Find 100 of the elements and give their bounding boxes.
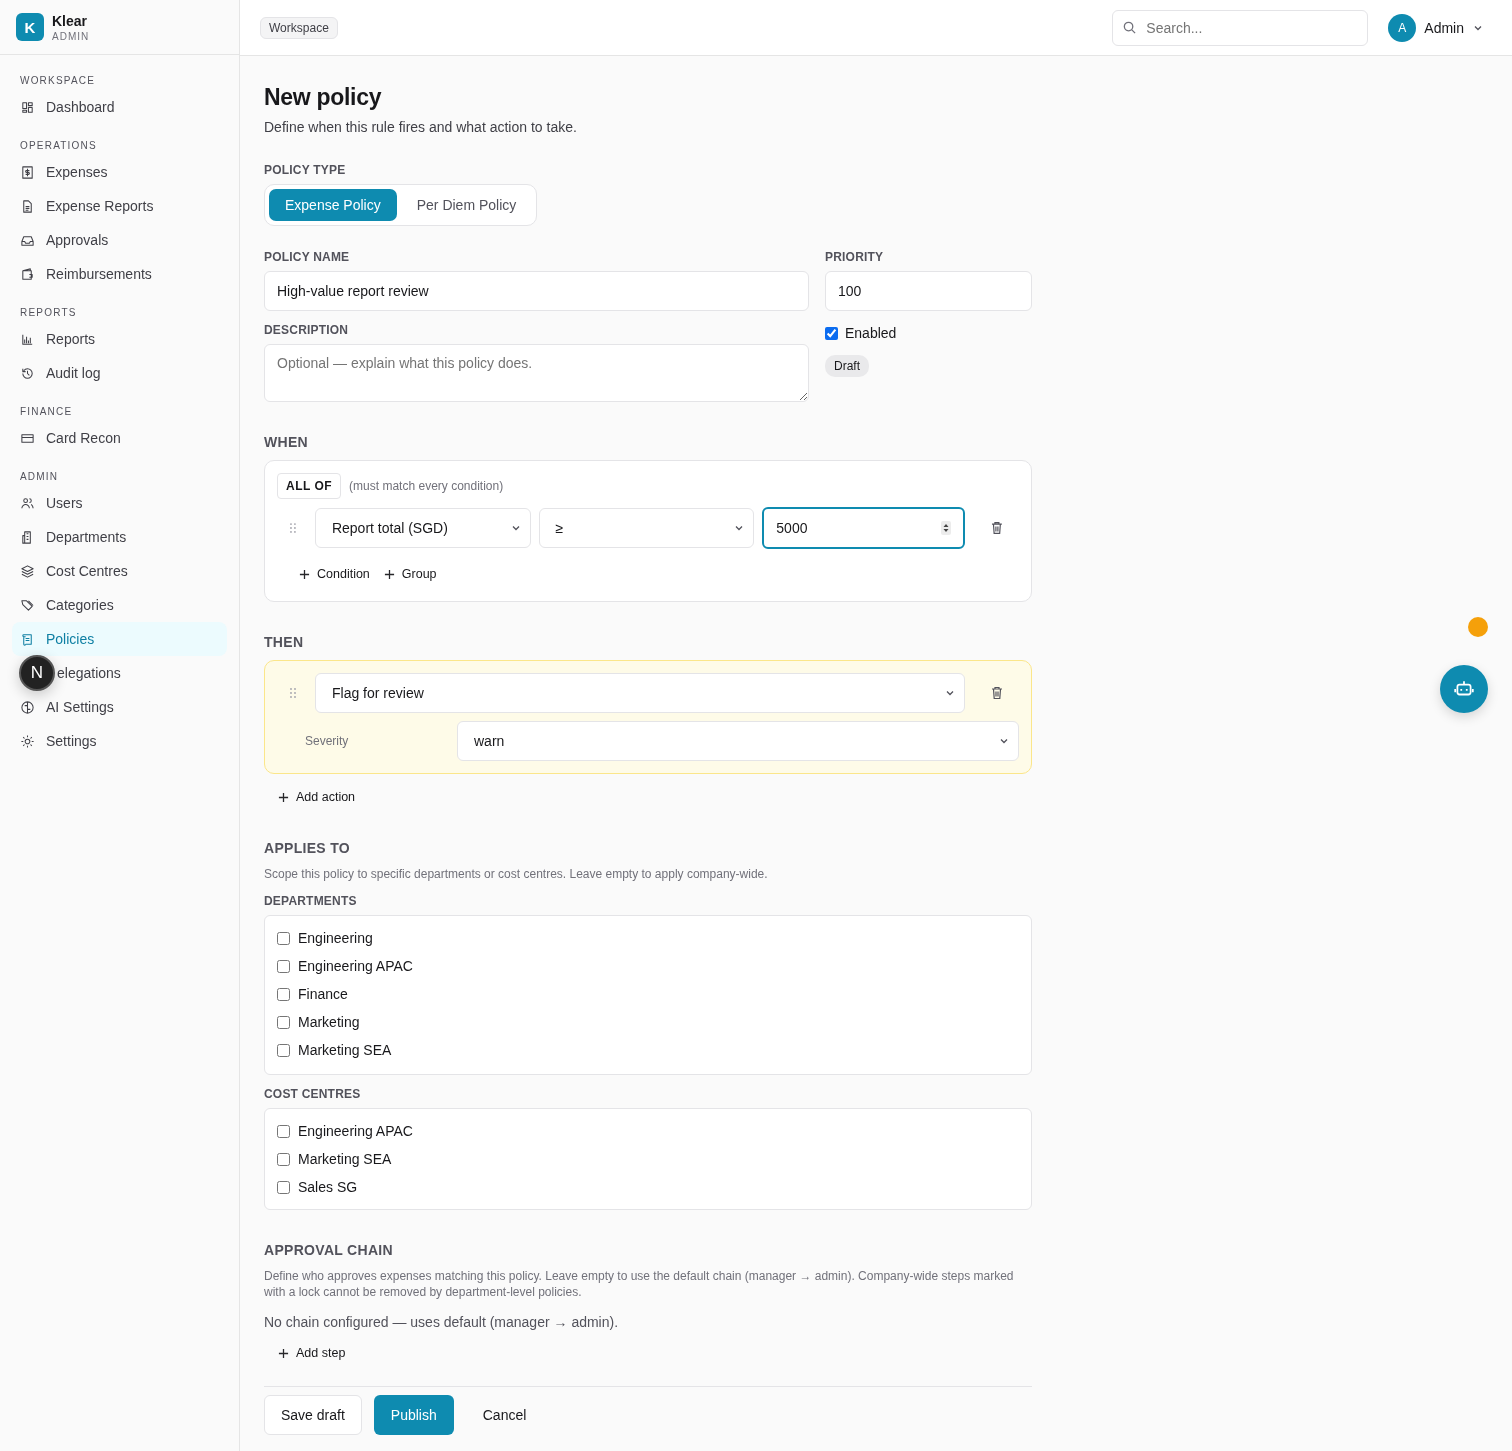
nav-section-heading: REPORTS [19, 306, 78, 320]
footer-button[interactable]: Cancel [465, 1395, 544, 1435]
checkbox-label: Marketing SEA [298, 1042, 392, 1058]
brand-subtitle: ADMIN [52, 30, 90, 42]
nav-icon [20, 699, 35, 715]
nav-item[interactable]: Reports [12, 322, 227, 356]
trash-icon[interactable] [989, 520, 1005, 536]
avatar: A [1388, 13, 1417, 42]
plus-icon [278, 791, 289, 803]
field-label: POLICY TYPE [264, 163, 347, 177]
add-button[interactable]: Group [383, 563, 437, 585]
footer-button[interactable]: Publish [373, 1395, 454, 1435]
checkbox[interactable] [277, 987, 290, 1001]
footer-button[interactable]: Save draft [264, 1395, 362, 1435]
search-icon [1122, 19, 1138, 35]
nav-icon [20, 164, 35, 180]
field-select[interactable]: Report total (SGD) [314, 508, 531, 548]
section-heading: THEN [264, 634, 305, 650]
combinator-hint: (must match every condition) [349, 479, 504, 493]
checkbox-label: Marketing SEA [298, 1151, 392, 1167]
logo: K [16, 13, 44, 41]
field-label: PRIORITY [825, 250, 885, 264]
nav-section-heading: OPERATIONS [19, 139, 98, 153]
checkbox[interactable] [277, 931, 290, 945]
nav-icon [20, 563, 35, 579]
checkbox-label: Engineering APAC [298, 958, 413, 974]
trash-icon[interactable] [989, 685, 1005, 701]
nav-section-heading: WORKSPACE [19, 74, 97, 88]
plus-icon [383, 568, 395, 580]
description-field[interactable]: Optional — explain what this policy does. [264, 344, 809, 402]
nav-icon [20, 99, 35, 115]
page-title: New policy [264, 84, 383, 111]
dev-indicator-button[interactable]: N [19, 655, 55, 691]
field-label: POLICY NAME [264, 250, 351, 264]
nav-item[interactable]: Expenses [12, 155, 227, 189]
combinator-button[interactable]: ALL OF [277, 473, 342, 499]
checkbox-label: Engineering [298, 930, 373, 946]
nav-item[interactable]: Users [12, 486, 227, 520]
nav-item[interactable]: Settings [12, 724, 227, 758]
brand-name: Klear [52, 12, 89, 29]
nav-icon [20, 631, 35, 647]
nav-item[interactable]: Card Recon [12, 421, 227, 455]
drag-handle-icon[interactable] [289, 687, 297, 699]
field-label: DESCRIPTION [264, 323, 350, 337]
action-select[interactable]: Flag for review [315, 673, 965, 713]
status-badge: Draft [825, 355, 869, 377]
checkbox-label: Enabled [845, 325, 897, 341]
checkbox[interactable] [277, 1180, 290, 1194]
nav-item[interactable]: elegations [57, 656, 227, 690]
enabled-checkbox[interactable] [825, 326, 838, 340]
user-menu[interactable]: A Admin [1388, 13, 1492, 42]
nav-section-heading: ADMIN [19, 470, 60, 484]
nav-item[interactable]: Approvals [12, 223, 227, 257]
nav-icon [20, 733, 35, 749]
nav-item[interactable]: Departments [12, 520, 227, 554]
operator-select[interactable]: ≥ [538, 508, 755, 548]
section-heading: WHEN [264, 434, 309, 450]
checkbox-label: Sales SG [298, 1179, 358, 1195]
breadcrumb-chip[interactable]: Workspace [260, 16, 338, 39]
assistant-button[interactable] [1440, 665, 1488, 713]
policy-name-field[interactable]: High-value report review [264, 271, 809, 311]
checkbox[interactable] [277, 1152, 290, 1166]
priority-field[interactable]: 100 [825, 271, 1032, 311]
checkbox[interactable] [277, 959, 290, 973]
stepper-icon[interactable] [941, 521, 952, 535]
checkbox[interactable] [277, 1124, 290, 1138]
policy-type-tab[interactable]: Expense Policy [269, 189, 397, 221]
plus-icon [299, 568, 310, 580]
value-field[interactable]: 5000 [762, 507, 966, 549]
checkbox-label: Finance [298, 986, 348, 1002]
drag-handle-icon[interactable] [289, 522, 297, 534]
nav-item[interactable]: Audit log [12, 356, 227, 390]
nav-item[interactable]: Dashboard [12, 90, 227, 124]
add-step-button[interactable]: Add step [278, 1342, 346, 1364]
nav-item[interactable]: Categories [12, 588, 227, 622]
section-heading: APPLIES TO [264, 840, 351, 856]
nav-item[interactable]: Cost Centres [12, 554, 227, 588]
nav-icon [20, 597, 35, 613]
field-label: COST CENTRES [264, 1087, 362, 1101]
search-field[interactable]: Search... [1112, 9, 1369, 46]
nav-icon [20, 495, 35, 511]
field-label: DEPARTMENTS [264, 894, 358, 908]
nav-section-heading: FINANCE [19, 405, 74, 419]
param-label: Severity [304, 734, 350, 748]
checkbox[interactable] [277, 1015, 290, 1029]
section-description: Define who approves expenses matching this policy. Leave empty to use the default chain (manager → admin). Company-wide steps marked with a lock cannot be removed by department-level policies. [264, 1268, 1015, 1300]
nav-item[interactable]: Policies [12, 622, 227, 656]
severity-select[interactable]: warn [457, 721, 1019, 761]
nav-item[interactable]: Expense Reports [12, 189, 227, 223]
policy-type-tab[interactable]: Per Diem Policy [400, 189, 533, 221]
add-button[interactable]: Condition [299, 563, 370, 585]
nav-icon [20, 266, 35, 282]
add-action-button[interactable]: Add action [278, 786, 356, 808]
page-subtitle: Define when this rule fires and what action to take. [264, 119, 578, 135]
notification-dot [1468, 617, 1488, 637]
section-description: Scope this policy to specific departments or cost centres. Leave empty to apply company-wide. [264, 866, 769, 882]
nav-icon [20, 365, 35, 381]
checkbox[interactable] [277, 1043, 290, 1057]
nav-item[interactable]: Reimbursements [12, 257, 227, 291]
nav-item[interactable]: AI Settings [12, 690, 227, 724]
